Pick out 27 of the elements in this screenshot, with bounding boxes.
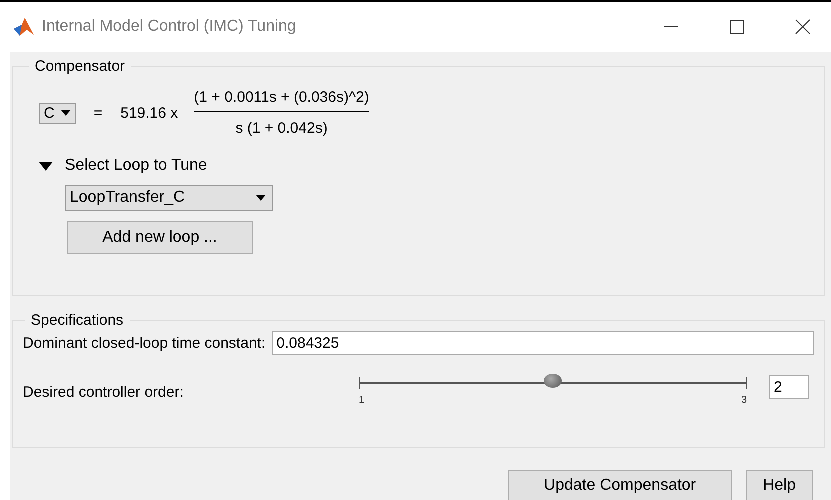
compensator-title: Compensator — [34, 58, 126, 75]
expand-triangle-icon[interactable] — [39, 162, 53, 170]
tick-label: 3 — [741, 395, 747, 406]
loop-dropdown[interactable]: LoopTransfer_C — [65, 185, 273, 211]
equals-sign: = — [94, 104, 103, 122]
loop-section-label[interactable]: Select Loop to Tune — [65, 157, 208, 175]
compensator-dropdown[interactable]: C — [39, 102, 76, 124]
time-constant-label: Dominant closed-loop time constant: — [23, 334, 266, 352]
specifications-title: Specifications — [30, 312, 125, 329]
order-label: Desired controller order: — [23, 384, 185, 400]
tick-label: 1 — [359, 395, 365, 406]
order-value-field[interactable]: 2 — [769, 375, 809, 399]
help-button[interactable]: Help — [746, 470, 813, 500]
close-icon[interactable] — [795, 19, 811, 35]
slider-thumb[interactable] — [544, 374, 562, 388]
caret-icon — [60, 110, 71, 116]
window-title: Internal Model Control (IMC) Tuning — [42, 18, 296, 36]
add-loop-button[interactable]: Add new loop ... — [67, 221, 253, 254]
denominator-text: s (1 + 0.042s) — [236, 120, 328, 137]
time-constant-field[interactable]: 0.084325 — [272, 331, 814, 355]
numerator-text: (1 + 0.0011s + (0.036s)^2) — [194, 89, 370, 106]
caret-icon — [256, 195, 266, 201]
maximize-icon[interactable] — [729, 19, 745, 35]
gain-text: 519.16 x — [120, 104, 178, 122]
order-slider[interactable] — [359, 377, 747, 389]
app-logo-icon — [14, 18, 34, 36]
update-compensator-button[interactable]: Update Compensator — [508, 470, 732, 500]
